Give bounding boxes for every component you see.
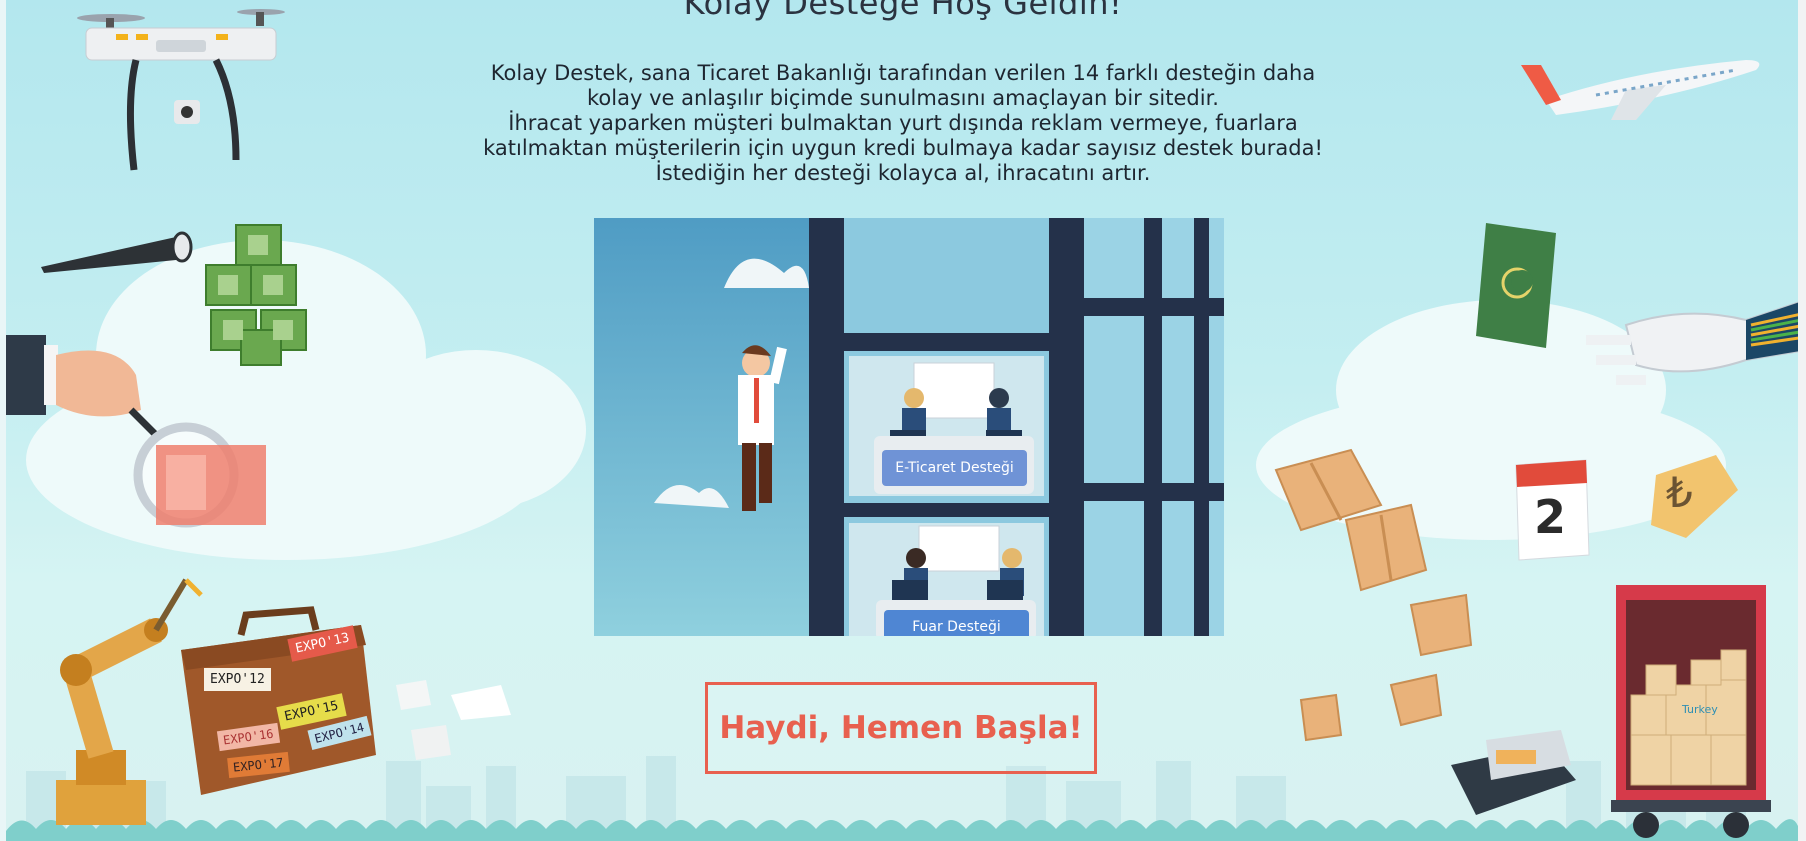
intro-paragraph-1: Kolay Destek, sana Ticaret Bakanlığı tar… bbox=[490, 61, 1316, 110]
robot-hand-icon bbox=[1586, 301, 1798, 385]
sticker-expo17-text: EXPO'17 bbox=[232, 755, 285, 775]
intro-text: Kolay Destek, sana Ticaret Bakanlığı tar… bbox=[470, 61, 1336, 186]
magnifier-hand-icon bbox=[6, 335, 266, 528]
start-now-label: Haydi, Hemen Başla! bbox=[719, 710, 1083, 746]
paper-sheets-icon bbox=[396, 680, 511, 760]
airplane-icon bbox=[1521, 60, 1760, 120]
passport-icon bbox=[1476, 223, 1556, 348]
intro-paragraph-2: İhracat yaparken müşteri bulmaktan yurt … bbox=[483, 111, 1323, 185]
hero-card-fuar-label: Fuar Desteği bbox=[912, 619, 1001, 635]
lira-tag-icon bbox=[1651, 455, 1738, 538]
sticker-expo12-text: EXPO'12 bbox=[210, 672, 265, 687]
drone-icon bbox=[77, 9, 285, 171]
page-title: Kolay Desteğe Hoş Geldin! bbox=[683, 0, 1123, 22]
cloud-left-3 bbox=[366, 350, 586, 510]
truck-box-label: Turkey bbox=[1682, 703, 1718, 716]
calendar-day: 2 bbox=[1534, 490, 1567, 544]
telescope-icon bbox=[41, 231, 193, 273]
sticker-expo12: EXPO'12 bbox=[204, 668, 271, 691]
counting-machine-icon bbox=[1451, 730, 1576, 815]
hero-card-eticaret-label: E-Ticaret Desteği bbox=[895, 460, 1014, 476]
page: EXPO'12 EXPO'13 EXPO'15 EXPO'16 EXPO'14 … bbox=[0, 0, 1806, 841]
sticker-expo16-text: EXPO'16 bbox=[222, 726, 275, 748]
cardboard-boxes-icon bbox=[1274, 448, 1473, 742]
right-edge-strip bbox=[1798, 0, 1806, 841]
hero-illustration: E-Ticaret Desteği Fuar Desteği bbox=[594, 218, 1224, 636]
start-now-button[interactable]: Haydi, Hemen Başla! bbox=[705, 682, 1097, 774]
lira-symbol: ₺ bbox=[1666, 468, 1693, 517]
hero-illustration-art bbox=[594, 218, 1224, 636]
